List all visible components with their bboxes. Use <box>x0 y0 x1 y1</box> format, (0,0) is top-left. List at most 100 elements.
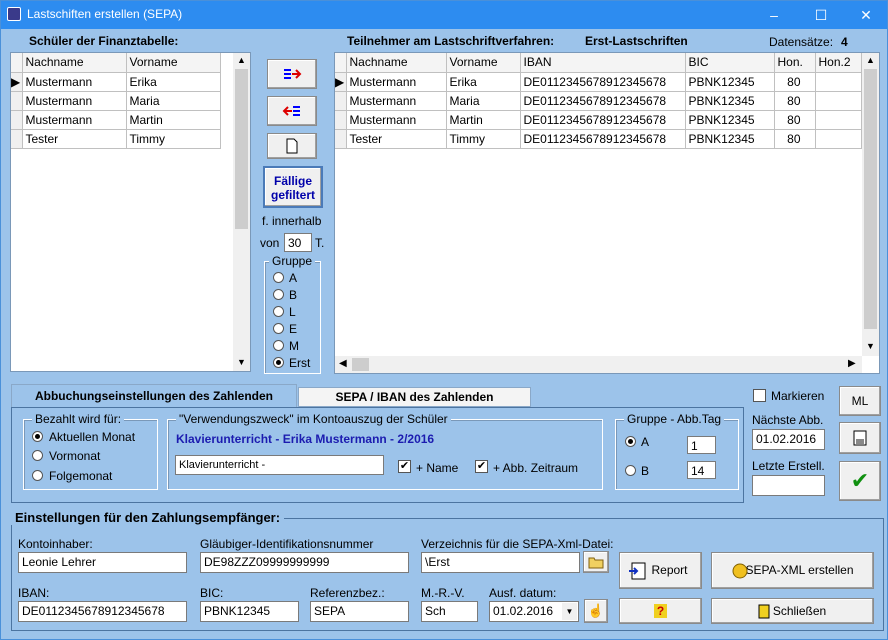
help-button[interactable]: ? <box>619 598 702 624</box>
col-hon[interactable]: Hon. <box>774 53 816 73</box>
radio-abbtag-b[interactable] <box>625 465 636 476</box>
zweck-input[interactable]: Klavierunterricht - <box>175 455 384 475</box>
vertical-scrollbar[interactable]: ▲ ▼ <box>233 53 250 371</box>
chevron-down-icon[interactable]: ▼ <box>562 603 577 620</box>
days-input[interactable]: 30 <box>284 233 312 252</box>
radio-group-a[interactable] <box>273 272 284 283</box>
exit-door-icon <box>758 604 770 619</box>
abbtag-a-input[interactable]: 1 <box>687 436 716 454</box>
browse-folder-button[interactable] <box>583 551 609 573</box>
scroll-thumb[interactable] <box>864 69 877 329</box>
cell <box>815 110 862 130</box>
remove-from-list-button[interactable] <box>267 96 317 126</box>
name-checkbox-label: + Name <box>416 461 459 475</box>
faellig-gefiltert-button[interactable]: Fällige gefiltert <box>263 166 323 208</box>
radio-group-b[interactable] <box>273 289 284 300</box>
confirm-button[interactable]: ✔ <box>839 461 881 501</box>
scroll-down-icon[interactable]: ▼ <box>237 357 246 367</box>
col-bic[interactable]: BIC <box>685 53 775 73</box>
ausf-date-picker[interactable]: 01.02.2016 ▼ <box>489 601 579 622</box>
col-vorname[interactable]: Vorname <box>446 53 521 73</box>
window-title: Lastschiften erstellen (SEPA) <box>27 7 183 21</box>
verz-label: Verzeichnis für die SEPA-Xml-Datei: <box>421 537 614 551</box>
vertical-scrollbar[interactable]: ▲ ▼ <box>862 53 879 356</box>
radio-group-e[interactable] <box>273 323 284 334</box>
participants-table: Nachname Vorname IBAN BIC Hon. Hon.2 ▶ Mu… <box>335 53 862 149</box>
row-header <box>335 91 347 111</box>
col-nachname[interactable]: Nachname <box>22 53 127 73</box>
radio-folgemonat[interactable] <box>32 470 43 481</box>
glaeubiger-input[interactable]: DE98ZZZ09999999999 <box>200 552 409 573</box>
report-button[interactable]: Report <box>619 552 702 589</box>
new-list-button[interactable] <box>267 133 317 159</box>
radio-aktuell[interactable] <box>32 431 43 442</box>
naechste-label: Nächste Abb. <box>752 413 824 427</box>
col-nachname[interactable]: Nachname <box>346 53 447 73</box>
sepa-xml-button[interactable]: SEPA-XML erstellen <box>711 552 874 589</box>
bic-label: BIC: <box>200 586 224 600</box>
maximize-button[interactable]: ☐ <box>798 1 844 29</box>
students-grid[interactable]: Nachname Vorname ▶ Mustermann Erika Muster… <box>10 52 251 372</box>
col-vorname[interactable]: Vorname <box>126 53 221 73</box>
horizontal-scrollbar[interactable]: ◀ ▶ <box>335 356 862 373</box>
table-row[interactable]: Mustermann Maria <box>11 91 221 111</box>
radio-label: L <box>289 305 296 319</box>
save-button[interactable] <box>839 422 881 454</box>
naechste-input[interactable]: 01.02.2016 <box>752 429 825 450</box>
col-hon2[interactable]: Hon.2 <box>815 53 862 73</box>
abbtag-b-input[interactable]: 14 <box>687 461 716 479</box>
mrv-input[interactable]: Sch <box>421 601 478 622</box>
tab-abbuchung[interactable]: Abbuchungseinstellungen des Zahlenden <box>11 384 297 408</box>
letzte-input[interactable] <box>752 475 825 496</box>
verz-input[interactable]: \Erst <box>421 552 580 573</box>
table-row[interactable]: Mustermann Maria DE0112345678912345678 PBNK… <box>335 91 862 111</box>
ml-button[interactable]: ML <box>839 386 881 416</box>
table-row[interactable]: Mustermann Martin <box>11 110 221 130</box>
pointer-button[interactable]: ☝ <box>584 599 608 623</box>
markieren-checkbox[interactable] <box>753 389 766 402</box>
radio-vormonat[interactable] <box>32 450 43 461</box>
participants-grid[interactable]: Nachname Vorname IBAN BIC Hon. Hon.2 ▶ Mu… <box>334 52 880 374</box>
scroll-down-icon[interactable]: ▼ <box>866 341 875 351</box>
close-window-button[interactable]: ✕ <box>843 1 888 29</box>
iban-input[interactable]: DE0112345678912345678 <box>18 601 187 622</box>
radio-abbtag-a[interactable] <box>625 436 636 447</box>
add-arrow-icon <box>284 69 302 79</box>
cell: Mustermann <box>22 72 127 92</box>
ref-label: Referenzbez.: <box>310 586 385 600</box>
table-row[interactable]: ▶ Mustermann Erika DE0112345678912345678 PBN… <box>335 72 862 92</box>
cell <box>815 129 862 149</box>
zweck-preview: Klavierunterricht - Erika Mustermann - 2… <box>176 432 435 446</box>
count-label: Datensätze: <box>769 35 834 49</box>
radio-label: M <box>289 339 299 353</box>
col-iban[interactable]: IBAN <box>520 53 686 73</box>
scroll-thumb[interactable] <box>235 69 248 229</box>
zeitraum-checkbox[interactable]: ✔ <box>475 460 488 473</box>
cell: DE0112345678912345678 <box>520 110 686 130</box>
cell: DE0112345678912345678 <box>520 129 686 149</box>
radio-group-erst[interactable] <box>273 357 284 368</box>
table-row[interactable]: Mustermann Martin DE0112345678912345678 PBN… <box>335 110 862 130</box>
add-to-list-button[interactable] <box>267 59 317 89</box>
table-row[interactable]: Tester Timmy <box>11 129 221 149</box>
scroll-up-icon[interactable]: ▲ <box>237 55 246 65</box>
close-button[interactable]: Schließen <box>711 598 874 624</box>
name-checkbox[interactable]: ✔ <box>398 460 411 473</box>
scroll-up-icon[interactable]: ▲ <box>866 55 875 65</box>
radio-group-m[interactable] <box>273 340 284 351</box>
table-row[interactable]: Tester Timmy DE0112345678912345678 PBNK1234… <box>335 129 862 149</box>
help-icon: ? <box>653 604 668 618</box>
h-scroll-thumb[interactable] <box>352 358 369 371</box>
ref-input[interactable]: SEPA <box>310 601 409 622</box>
row-header <box>11 91 23 111</box>
tab-sepa-iban[interactable]: SEPA / IBAN des Zahlenden <box>298 387 531 407</box>
scroll-left-icon[interactable]: ◀ <box>339 358 347 369</box>
scroll-right-icon[interactable]: ▶ <box>848 358 856 369</box>
table-row[interactable]: ▶ Mustermann Erika <box>11 72 221 92</box>
row-indicator: ▶ <box>335 72 347 92</box>
cell: Timmy <box>126 129 221 149</box>
kontoinhaber-input[interactable]: Leonie Lehrer <box>18 552 187 573</box>
bic-input[interactable]: PBNK12345 <box>200 601 299 622</box>
radio-group-l[interactable] <box>273 306 284 317</box>
minimize-button[interactable]: – <box>751 1 797 29</box>
